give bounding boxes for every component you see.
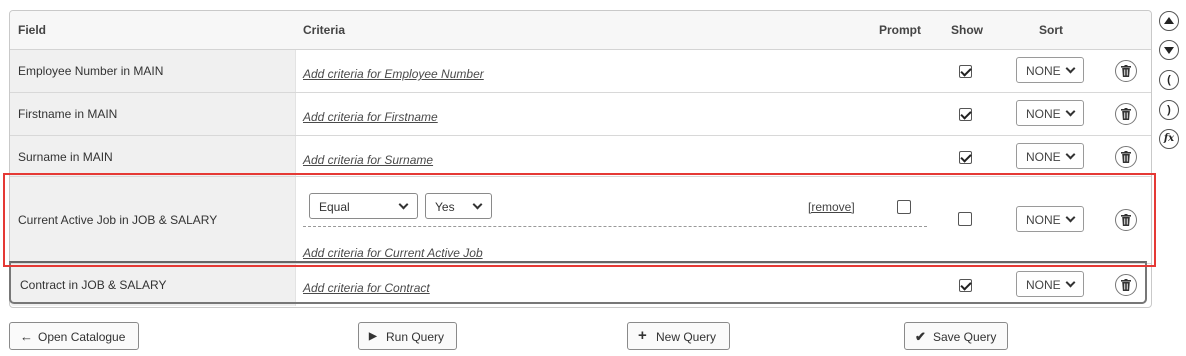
trash-icon <box>1121 65 1131 77</box>
field-cell: Surname in MAIN <box>10 136 296 176</box>
table-row-selected: Current Active Job in JOB & SALARY Equal… <box>10 177 1151 264</box>
chevron-down-icon <box>1065 106 1076 117</box>
table-row: Employee Number in MAIN Add criteria for… <box>10 50 1151 93</box>
delete-row-button[interactable] <box>1115 146 1137 168</box>
move-down-icon <box>1164 47 1174 54</box>
add-criteria-link[interactable]: Add criteria for Employee Number <box>303 67 484 81</box>
field-cell: Firstname in MAIN <box>10 93 296 135</box>
function-button[interactable]: fx <box>1159 129 1179 149</box>
open-paren-icon: ( <box>1167 74 1171 86</box>
sort-select[interactable]: NONE <box>1016 271 1084 297</box>
add-criteria-link[interactable]: Add criteria for Contract <box>303 281 430 295</box>
new-query-button[interactable]: + New Query <box>627 322 730 350</box>
delete-row-button[interactable] <box>1115 103 1137 125</box>
plus-icon: + <box>638 327 647 344</box>
open-catalogue-button[interactable]: ← Open Catalogue <box>9 322 139 350</box>
field-name: Firstname in MAIN <box>18 107 118 121</box>
header-sort: Sort <box>1039 23 1063 37</box>
criteria-divider <box>303 226 927 227</box>
field-cell: Current Active Job in JOB & SALARY <box>10 177 296 263</box>
remove-criteria-link[interactable]: [remove] <box>808 200 855 214</box>
close-paren-button[interactable]: ) <box>1159 100 1179 120</box>
add-criteria-link[interactable]: Add criteria for Surname <box>303 153 433 167</box>
open-paren-button[interactable]: ( <box>1159 70 1179 90</box>
show-checkbox[interactable] <box>959 279 972 292</box>
sort-select[interactable]: NONE <box>1016 206 1084 232</box>
run-query-button[interactable]: ▶ Run Query <box>358 322 457 350</box>
prompt-checkbox[interactable] <box>897 200 911 214</box>
chevron-down-icon <box>472 199 483 210</box>
function-icon: fx <box>1163 133 1175 144</box>
query-fields-table: Field Criteria Prompt Show Sort Employee… <box>9 10 1152 308</box>
criteria-value-select[interactable]: Yes <box>425 193 492 219</box>
arrow-left-icon: ← <box>20 329 33 344</box>
header-show: Show <box>951 23 983 37</box>
field-name: Employee Number in MAIN <box>18 64 164 78</box>
checkmark-icon: ✔ <box>915 329 926 344</box>
chevron-down-icon <box>398 199 409 210</box>
chevron-down-icon <box>1065 149 1076 160</box>
sort-select[interactable]: NONE <box>1016 100 1084 126</box>
delete-row-button[interactable] <box>1115 274 1137 296</box>
field-name: Current Active Job in JOB & SALARY <box>18 213 218 227</box>
trash-icon <box>1121 108 1131 120</box>
field-cell: Contract in JOB & SALARY <box>10 264 296 306</box>
header-criteria: Criteria <box>303 23 346 37</box>
delete-row-button[interactable] <box>1115 60 1137 82</box>
field-name: Surname in MAIN <box>18 150 113 164</box>
play-icon: ▶ <box>369 331 377 342</box>
table-row: Firstname in MAIN Add criteria for First… <box>10 93 1151 136</box>
trash-icon <box>1121 279 1131 291</box>
table-row: Surname in MAIN Add criteria for Surname… <box>10 136 1151 177</box>
show-checkbox[interactable] <box>959 65 972 78</box>
chevron-down-icon <box>1065 212 1076 223</box>
move-down-button[interactable] <box>1159 40 1179 60</box>
save-query-button[interactable]: ✔ Save Query <box>904 322 1008 350</box>
trash-icon <box>1121 151 1131 163</box>
chevron-down-icon <box>1065 277 1076 288</box>
show-checkbox[interactable] <box>958 212 972 226</box>
table-header: Field Criteria Prompt Show Sort <box>10 11 1151 50</box>
chevron-down-icon <box>1065 63 1076 74</box>
table-row: Contract in JOB & SALARY Add criteria fo… <box>10 264 1151 306</box>
show-checkbox[interactable] <box>959 108 972 121</box>
add-criteria-link[interactable]: Add criteria for Current Active Job <box>303 246 483 260</box>
show-checkbox[interactable] <box>959 151 972 164</box>
add-criteria-link[interactable]: Add criteria for Firstname <box>303 110 438 124</box>
close-paren-icon: ) <box>1167 104 1171 116</box>
move-up-button[interactable] <box>1159 11 1179 31</box>
delete-row-button[interactable] <box>1115 209 1137 231</box>
sort-select[interactable]: NONE <box>1016 57 1084 83</box>
header-prompt: Prompt <box>879 23 921 37</box>
sort-select[interactable]: NONE <box>1016 143 1084 169</box>
criteria-operator-select[interactable]: Equal <box>309 193 418 219</box>
field-name: Contract in JOB & SALARY <box>20 278 167 292</box>
header-field: Field <box>18 23 47 37</box>
move-up-icon <box>1164 17 1174 24</box>
field-cell: Employee Number in MAIN <box>10 50 296 92</box>
trash-icon <box>1121 214 1131 226</box>
